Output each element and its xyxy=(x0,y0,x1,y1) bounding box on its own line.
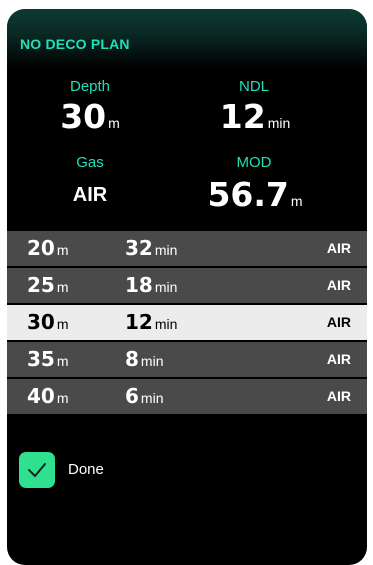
ndl-table: 20 m 32 min AIR 25 m 18 min AIR 30 m 12 min AI… xyxy=(7,231,367,416)
row-ndl: 12 min xyxy=(125,310,178,334)
ndl-value: 12 min xyxy=(185,97,325,136)
depth-value: 30 m xyxy=(20,97,160,136)
table-row[interactable]: 40 m 6 min AIR xyxy=(7,379,367,414)
table-row[interactable]: 25 m 18 min AIR xyxy=(7,268,367,303)
row-gas: AIR xyxy=(326,351,351,367)
mod-value: 56.7 m xyxy=(185,175,325,214)
table-row[interactable]: 35 m 8 min AIR xyxy=(7,342,367,377)
row-gas: AIR xyxy=(326,314,351,330)
dive-computer-screen: NO DECO PLAN Depth 30 m NDL 12 min Gas AIR… xyxy=(7,9,367,565)
row-depth: 30 m xyxy=(27,310,69,334)
row-gas: AIR xyxy=(326,388,351,404)
row-ndl: 6 min xyxy=(125,384,164,408)
mod-label: MOD xyxy=(236,154,272,171)
depth-number: 30 xyxy=(60,97,107,136)
depth-label: Depth xyxy=(69,78,111,95)
row-ndl: 8 min xyxy=(125,347,164,371)
row-depth: 25 m xyxy=(27,273,69,297)
row-gas: AIR xyxy=(326,240,351,256)
done-checkbox[interactable] xyxy=(19,452,55,488)
gas-value: AIR xyxy=(72,184,108,206)
depth-unit: m xyxy=(108,115,120,131)
mod-unit: m xyxy=(290,193,303,209)
table-row-selected[interactable]: 30 m 12 min AIR xyxy=(7,305,367,340)
row-ndl: 32 min xyxy=(125,236,178,260)
row-depth: 40 m xyxy=(27,384,69,408)
row-depth: 35 m xyxy=(27,347,69,371)
page-title: NO DECO PLAN xyxy=(20,36,130,52)
done-label[interactable]: Done xyxy=(68,461,104,478)
gas-label: Gas xyxy=(76,154,104,171)
check-icon xyxy=(28,463,46,477)
mod-number: 56.7 xyxy=(207,175,289,214)
ndl-number: 12 xyxy=(219,97,266,136)
row-gas: AIR xyxy=(326,277,351,293)
row-depth: 20 m xyxy=(27,236,69,260)
ndl-label: NDL xyxy=(238,78,269,95)
table-row[interactable]: 20 m 32 min AIR xyxy=(7,231,367,266)
ndl-unit: min xyxy=(267,115,291,131)
row-ndl: 18 min xyxy=(125,273,178,297)
